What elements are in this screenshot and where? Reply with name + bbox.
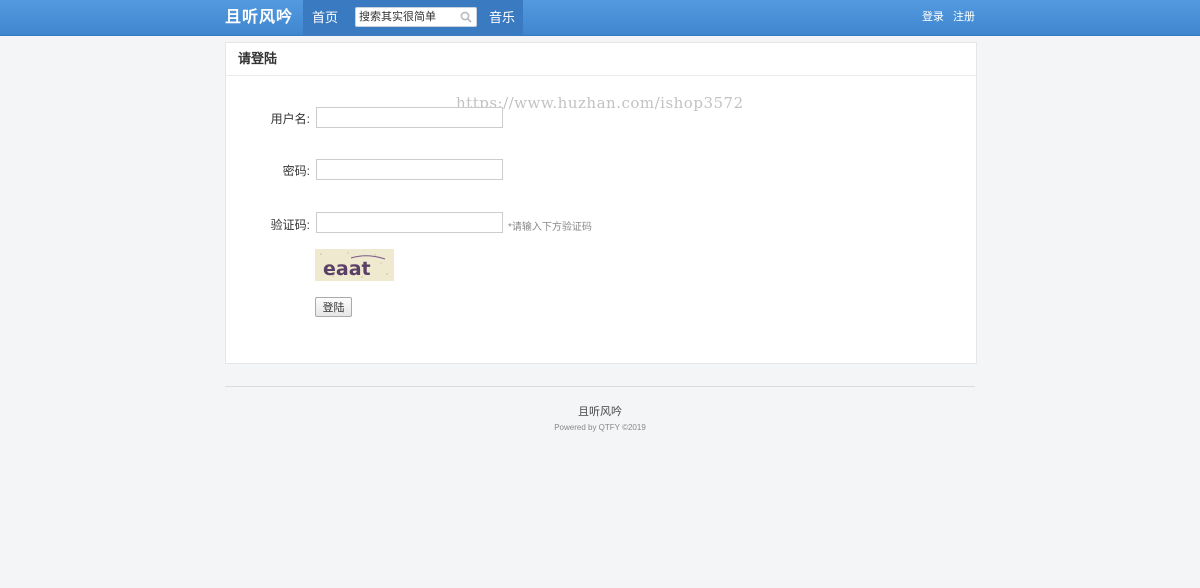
nav-home-link[interactable]: 首页 xyxy=(303,0,347,35)
captcha-text: eaat xyxy=(323,258,371,280)
nav-music-link[interactable]: 音乐 xyxy=(481,0,523,35)
footer-divider xyxy=(225,386,975,387)
footer-site-name: 且听风吟 xyxy=(578,406,622,418)
username-label: 用户名: xyxy=(270,112,310,126)
login-link[interactable]: 登录 xyxy=(922,11,944,23)
captcha-field[interactable] xyxy=(316,212,503,233)
search-box xyxy=(347,0,481,35)
site-logo[interactable]: 且听风吟 xyxy=(225,0,293,35)
auth-links: 登录 注册 xyxy=(916,0,975,35)
password-label: 密码: xyxy=(282,164,310,178)
captcha-label: 验证码: xyxy=(270,218,310,232)
password-field[interactable] xyxy=(316,159,503,180)
captcha-image[interactable]: eaat xyxy=(315,249,394,281)
username-field[interactable] xyxy=(316,107,503,128)
footer-powered-by: Powered by QTFY ©2019 xyxy=(554,423,646,432)
captcha-hint: *请输入下方验证码 xyxy=(508,222,592,233)
top-navbar: 且听风吟 首页 音乐 登录 注册 xyxy=(0,0,1200,36)
register-link[interactable]: 注册 xyxy=(953,11,975,23)
login-panel: 请登陆 https://www.huzhan.com/ishop3572 用户名… xyxy=(225,42,977,364)
search-icon[interactable] xyxy=(460,11,472,23)
login-submit-button[interactable]: 登陆 xyxy=(315,297,352,317)
search-input[interactable] xyxy=(355,7,477,27)
panel-title: 请登陆 xyxy=(226,43,976,76)
